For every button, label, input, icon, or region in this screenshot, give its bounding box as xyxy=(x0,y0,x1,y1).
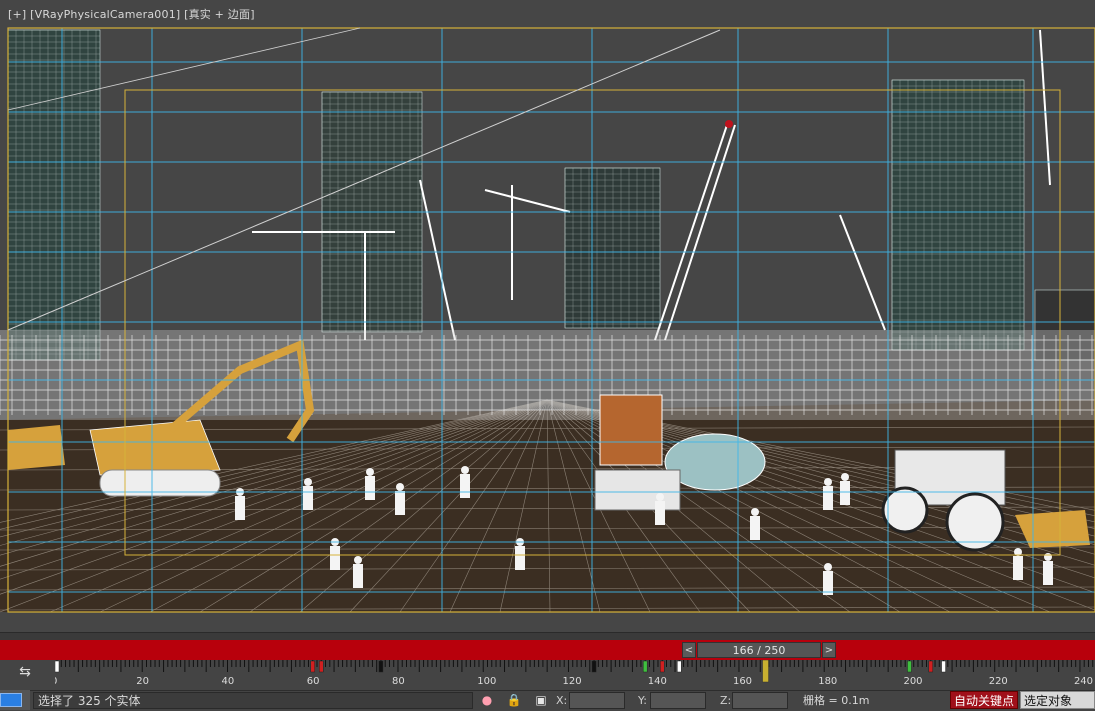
track-tick-label: 140 xyxy=(648,676,667,687)
z-field[interactable] xyxy=(732,692,788,709)
animation-key[interactable] xyxy=(659,660,665,673)
animation-key[interactable] xyxy=(591,660,597,673)
track-tick-label: 100 xyxy=(477,676,496,687)
listener-chip xyxy=(0,693,22,707)
time-slider-thumb[interactable]: 166 / 250 xyxy=(697,642,821,658)
lock-icon[interactable]: 🔒 xyxy=(505,692,523,708)
animation-key[interactable] xyxy=(941,660,946,673)
animation-key[interactable] xyxy=(310,660,315,673)
animation-key[interactable] xyxy=(55,660,60,673)
viewport-scene xyxy=(0,0,1095,632)
track-tick-label: 60 xyxy=(307,676,320,687)
track-tick-label: 40 xyxy=(221,676,234,687)
animation-key[interactable] xyxy=(642,660,648,673)
track-tick-label: 180 xyxy=(818,676,837,687)
animation-key[interactable] xyxy=(378,660,384,673)
track-toggle-icon[interactable]: ⇆ xyxy=(10,664,40,684)
animation-key[interactable] xyxy=(677,660,682,673)
track-tick-label: 200 xyxy=(903,676,922,687)
animation-key[interactable] xyxy=(907,660,912,673)
camera-viewport[interactable]: [+] [VRayPhysicalCamera001] [真实 + 边面] xyxy=(0,0,1095,632)
y-label: Y: xyxy=(638,694,647,707)
animation-key[interactable] xyxy=(928,660,934,673)
track-tick-label: 220 xyxy=(989,676,1008,687)
viewport-label[interactable]: [+] [VRayPhysicalCamera001] [真实 + 边面] xyxy=(8,6,255,22)
viewport-shading-menu[interactable]: [真实 + 边面] xyxy=(184,8,255,21)
track-tick-label: 160 xyxy=(733,676,752,687)
track-ruler[interactable]: 0 20 40 60 80 100 120 140 160 180 200 220 240 xyxy=(55,660,1095,690)
y-field[interactable] xyxy=(650,692,706,709)
grid-size: 栅格 = 0.1m xyxy=(803,694,870,707)
track-tick-label: 120 xyxy=(562,676,581,687)
auto-key-button[interactable]: 自动关键点 xyxy=(950,691,1018,709)
time-slider-next-button[interactable]: > xyxy=(822,642,836,658)
z-label: Z: xyxy=(720,694,732,707)
time-slider[interactable] xyxy=(0,640,1095,660)
viewport-plus-menu[interactable]: [+] xyxy=(8,8,26,21)
time-slider-prev-button[interactable]: < xyxy=(682,642,696,658)
track-tick-label: 240 xyxy=(1074,676,1093,687)
x-field[interactable] xyxy=(569,692,625,709)
x-label: X: xyxy=(556,694,568,707)
key-filter-select[interactable]: 选定对象 xyxy=(1020,691,1095,709)
status-prompt: 选择了 325 个实体 xyxy=(33,692,473,709)
viewport-camera-menu[interactable]: [VRayPhysicalCamera001] xyxy=(30,8,180,21)
maxscript-listener-toggle[interactable] xyxy=(0,690,30,710)
current-frame-marker[interactable] xyxy=(762,660,769,683)
track-tick-label: 0 xyxy=(55,676,57,687)
track-tick-label: 80 xyxy=(392,676,405,687)
snap-icon[interactable]: ▣ xyxy=(532,692,550,708)
isolate-icon[interactable]: ● xyxy=(478,692,496,708)
track-tick-label: 20 xyxy=(136,676,149,687)
animation-key[interactable] xyxy=(319,660,324,673)
